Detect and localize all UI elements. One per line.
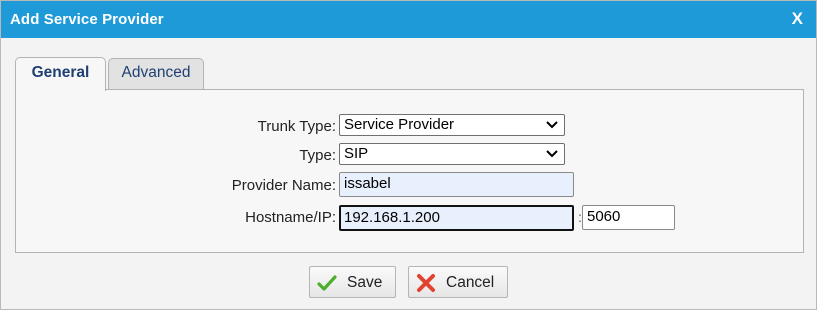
trunk-type-value: Service Provider (344, 116, 455, 133)
cancel-button[interactable]: Cancel (408, 266, 508, 298)
type-label: Type: (299, 147, 336, 164)
port-input[interactable]: 5060 (582, 205, 675, 230)
dialog-title: Add Service Provider (10, 11, 164, 28)
general-panel: Trunk Type: Service Provider Type: SIP P… (15, 89, 804, 253)
chevron-down-icon (546, 150, 558, 158)
hostname-input[interactable]: 192.168.1.200 (339, 205, 574, 231)
type-value: SIP (344, 145, 369, 162)
save-button[interactable]: Save (309, 266, 396, 298)
trunk-type-label: Trunk Type: (257, 118, 336, 135)
close-icon[interactable]: X (792, 9, 803, 29)
tab-advanced[interactable]: Advanced (108, 58, 204, 89)
chevron-down-icon (546, 121, 558, 129)
dialog-titlebar: Add Service Provider X (1, 1, 816, 38)
provider-name-label: Provider Name: (231, 177, 336, 194)
checkmark-icon (317, 275, 337, 291)
provider-name-row: Provider Name: (16, 174, 336, 198)
add-service-provider-dialog: Add Service Provider X General Advanced … (0, 0, 817, 310)
save-label: Save (347, 274, 383, 291)
cross-icon (417, 274, 435, 292)
trunk-type-select[interactable]: Service Provider (339, 114, 565, 136)
hostname-row: Hostname/IP: (16, 206, 336, 230)
type-row: Type: (16, 144, 336, 168)
trunk-type-row: Trunk Type: (16, 115, 336, 139)
type-select[interactable]: SIP (339, 143, 565, 165)
hostname-label: Hostname/IP: (245, 209, 336, 226)
provider-name-input[interactable]: issabel (339, 172, 574, 197)
tab-general[interactable]: General (15, 57, 106, 91)
cancel-label: Cancel (446, 274, 495, 291)
